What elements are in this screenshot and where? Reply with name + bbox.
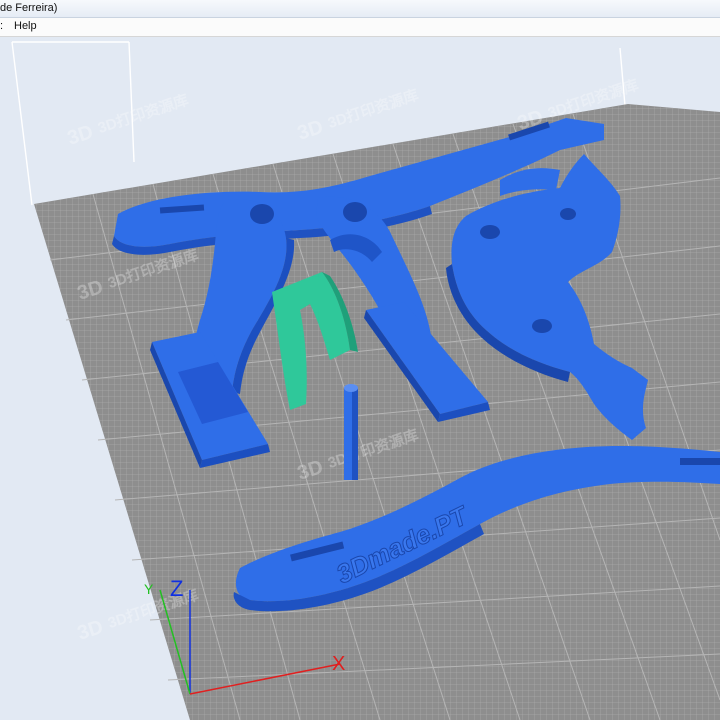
menu-item-cut-off[interactable]: : (0, 20, 3, 32)
model-part-pin[interactable] (344, 384, 358, 480)
axis-label-z: Z (170, 576, 183, 601)
window-title: de Ferreira) (0, 2, 58, 14)
menu-item-help[interactable]: Help (12, 20, 39, 32)
3d-viewport[interactable]: 3D 3D打印资源库 3D 3D打印资源库 3D 3D打印资源库 3D 3D打印… (0, 37, 720, 720)
window-titlebar: de Ferreira) (0, 0, 720, 18)
axis-label-y: Y (144, 581, 154, 597)
axis-label-x: X (332, 653, 345, 675)
menu-bar: : Help (0, 18, 720, 37)
viewport-scene[interactable]: 3D 3D打印资源库 3D 3D打印资源库 3D 3D打印资源库 3D 3D打印… (0, 37, 720, 720)
